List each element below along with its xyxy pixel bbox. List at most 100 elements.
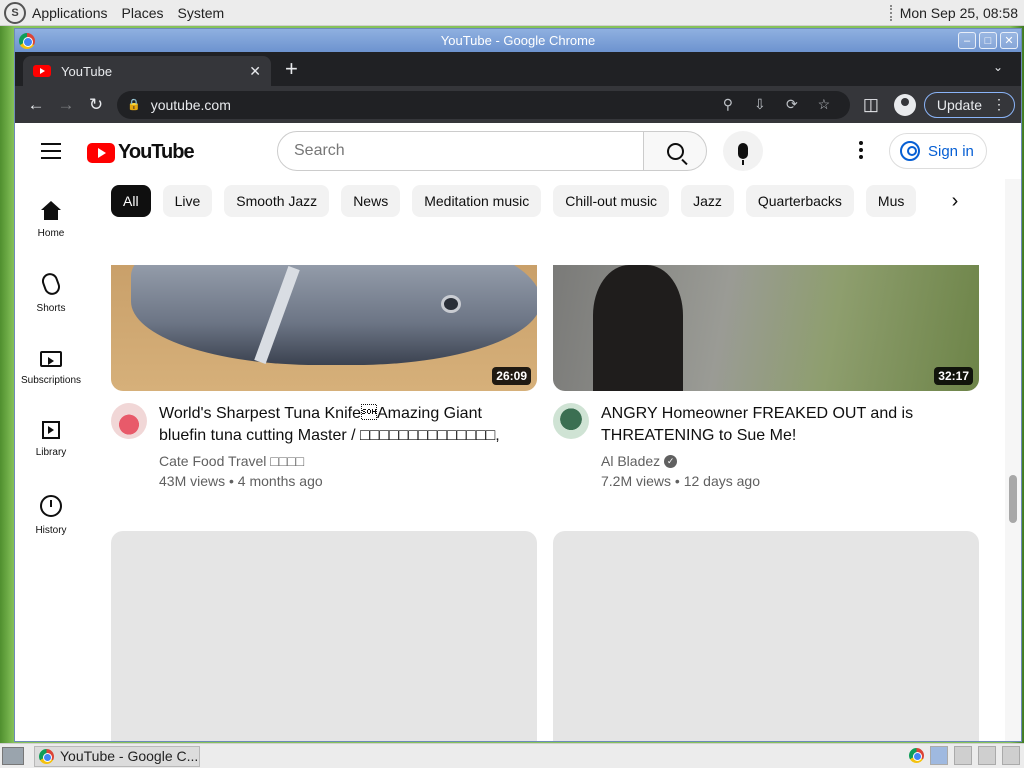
guide-label: History	[35, 525, 67, 536]
update-button[interactable]: Update ⋮	[923, 91, 1015, 118]
address-bar[interactable]: 🔒 youtube.com ⚲ ⇩ ⟳ ☆	[117, 90, 850, 119]
microphone-icon	[738, 143, 748, 165]
tuna-image	[131, 265, 537, 365]
chrome-window: YouTube - Google Chrome – □ ✕ YouTube ✕ …	[14, 28, 1022, 742]
workspace-2[interactable]	[954, 746, 972, 765]
thumbnail-placeholder	[553, 531, 979, 741]
verified-badge-icon: ✓	[664, 454, 678, 468]
masthead: YouTube Search Sign in	[15, 123, 1021, 179]
shorts-icon	[39, 270, 63, 298]
close-window-button[interactable]: ✕	[1000, 32, 1018, 49]
page-scrollbar[interactable]	[1005, 179, 1021, 741]
share-icon[interactable]: ⟳	[776, 96, 808, 113]
workspace-4[interactable]	[1002, 746, 1020, 765]
window-title: YouTube - Google Chrome	[440, 33, 596, 48]
mini-guide: Home Shorts Subscriptions Library Histor…	[15, 189, 87, 559]
bottom-taskbar: YouTube - Google C...	[0, 743, 1024, 768]
chip-chill-out-music[interactable]: Chill-out music	[553, 185, 670, 217]
panel-grip	[889, 4, 894, 21]
fish-eye	[441, 295, 461, 313]
search-button[interactable]	[643, 131, 707, 171]
taskbar-chrome-window[interactable]: YouTube - Google C...	[34, 745, 200, 767]
video-duration: 26:09	[492, 367, 531, 385]
guide-item-home[interactable]: Home	[15, 189, 87, 263]
window-titlebar[interactable]: YouTube - Google Chrome – □ ✕	[15, 29, 1021, 52]
channel-avatar[interactable]	[553, 403, 589, 439]
history-icon	[40, 495, 62, 517]
subscriptions-icon	[40, 351, 62, 367]
youtube-play-icon	[87, 142, 115, 163]
profile-avatar-icon[interactable]	[893, 93, 916, 116]
channel-avatar[interactable]	[111, 403, 147, 439]
lock-icon[interactable]: 🔒	[127, 98, 141, 111]
guide-label: Shorts	[36, 303, 66, 314]
browser-toolbar: ← → ↻ 🔒 youtube.com ⚲ ⇩ ⟳ ☆ ◫ Update ⋮	[15, 86, 1021, 123]
guide-item-shorts[interactable]: Shorts	[15, 263, 87, 337]
settings-kebab-icon[interactable]	[859, 141, 863, 159]
gnome-foot-icon[interactable]: S	[4, 1, 26, 24]
show-desktop-icon[interactable]	[2, 747, 24, 765]
search-icon	[666, 142, 684, 160]
tab-search-chevron-icon[interactable]: ⌄	[993, 60, 1003, 74]
youtube-logo[interactable]: YouTube	[87, 141, 195, 164]
scrollbar-thumb[interactable]	[1009, 475, 1017, 523]
video-duration: 32:17	[934, 367, 973, 385]
video-meta: World's Sharpest Tuna KnifeAmazing Gian…	[159, 403, 527, 491]
home-icon	[41, 201, 61, 210]
close-tab-icon[interactable]: ✕	[249, 63, 261, 80]
video-title[interactable]: World's Sharpest Tuna KnifeAmazing Gian…	[159, 403, 527, 447]
workspace-1[interactable]	[930, 746, 948, 765]
guide-menu-icon[interactable]	[41, 143, 61, 159]
back-button[interactable]: ←	[21, 90, 51, 120]
bookmark-star-icon[interactable]: ☆	[808, 96, 840, 113]
reload-button[interactable]: ↻	[81, 90, 111, 120]
install-app-icon[interactable]: ⇩	[744, 96, 776, 113]
places-menu[interactable]: Places	[122, 5, 164, 21]
side-panel-icon[interactable]: ◫	[856, 90, 886, 120]
url-text[interactable]: youtube.com	[151, 97, 712, 113]
guide-label: Library	[35, 447, 67, 458]
voice-search-button[interactable]	[723, 131, 763, 171]
video-stats: 7.2M views • 12 days ago	[601, 473, 760, 489]
video-thumbnail[interactable]: 26:09	[111, 265, 537, 391]
guide-label: Subscriptions	[20, 375, 82, 386]
search-input[interactable]: Search	[277, 131, 644, 171]
chip-quarterbacks[interactable]: Quarterbacks	[745, 185, 854, 217]
tab-title: YouTube	[61, 63, 113, 79]
top-panel: S Applications Places System Mon Sep 25,…	[0, 0, 1024, 26]
guide-item-history[interactable]: History	[15, 485, 87, 559]
video-thumbnail[interactable]: 32:17	[553, 265, 979, 391]
zoom-search-icon[interactable]: ⚲	[712, 96, 744, 113]
forward-button[interactable]: →	[51, 90, 81, 120]
chip-all[interactable]: All	[111, 185, 151, 217]
chip-music[interactable]: Mus	[865, 185, 917, 217]
channel-name-text[interactable]: Cate Food Travel □□□□	[159, 451, 304, 471]
video-title[interactable]: ANGRY Homeowner FREAKED OUT and is THREA…	[601, 403, 969, 447]
guide-item-library[interactable]: Library	[15, 411, 87, 485]
account-icon	[900, 141, 920, 161]
new-tab-button[interactable]: +	[285, 56, 298, 82]
applications-menu[interactable]: Applications	[32, 5, 108, 21]
chip-live[interactable]: Live	[162, 185, 213, 217]
tab-youtube[interactable]: YouTube ✕	[23, 56, 271, 86]
chip-meditation-music[interactable]: Meditation music	[412, 185, 542, 217]
chip-bar: All Live Smooth Jazz News Meditation mus…	[111, 185, 971, 219]
sign-in-button[interactable]: Sign in	[889, 133, 987, 169]
guide-item-subscriptions[interactable]: Subscriptions	[15, 337, 87, 411]
chevron-right-icon[interactable]: ›	[935, 185, 975, 217]
system-menu[interactable]: System	[178, 5, 225, 21]
chrome-tray-icon[interactable]	[909, 748, 924, 763]
chip-jazz[interactable]: Jazz	[681, 185, 734, 217]
library-icon	[42, 421, 60, 439]
chip-smooth-jazz[interactable]: Smooth Jazz	[224, 185, 330, 217]
minimize-button[interactable]: –	[958, 32, 976, 49]
channel-name[interactable]: Cate Food Travel □□□□	[159, 451, 527, 471]
workspace-switcher	[909, 746, 1020, 765]
channel-name-text[interactable]: Al Bladez	[601, 451, 660, 471]
clock[interactable]: Mon Sep 25, 08:58	[900, 5, 1018, 21]
chip-news[interactable]: News	[341, 185, 401, 217]
sign-in-label: Sign in	[928, 142, 974, 160]
workspace-3[interactable]	[978, 746, 996, 765]
maximize-button[interactable]: □	[979, 32, 997, 49]
channel-name[interactable]: Al Bladez ✓	[601, 451, 969, 471]
